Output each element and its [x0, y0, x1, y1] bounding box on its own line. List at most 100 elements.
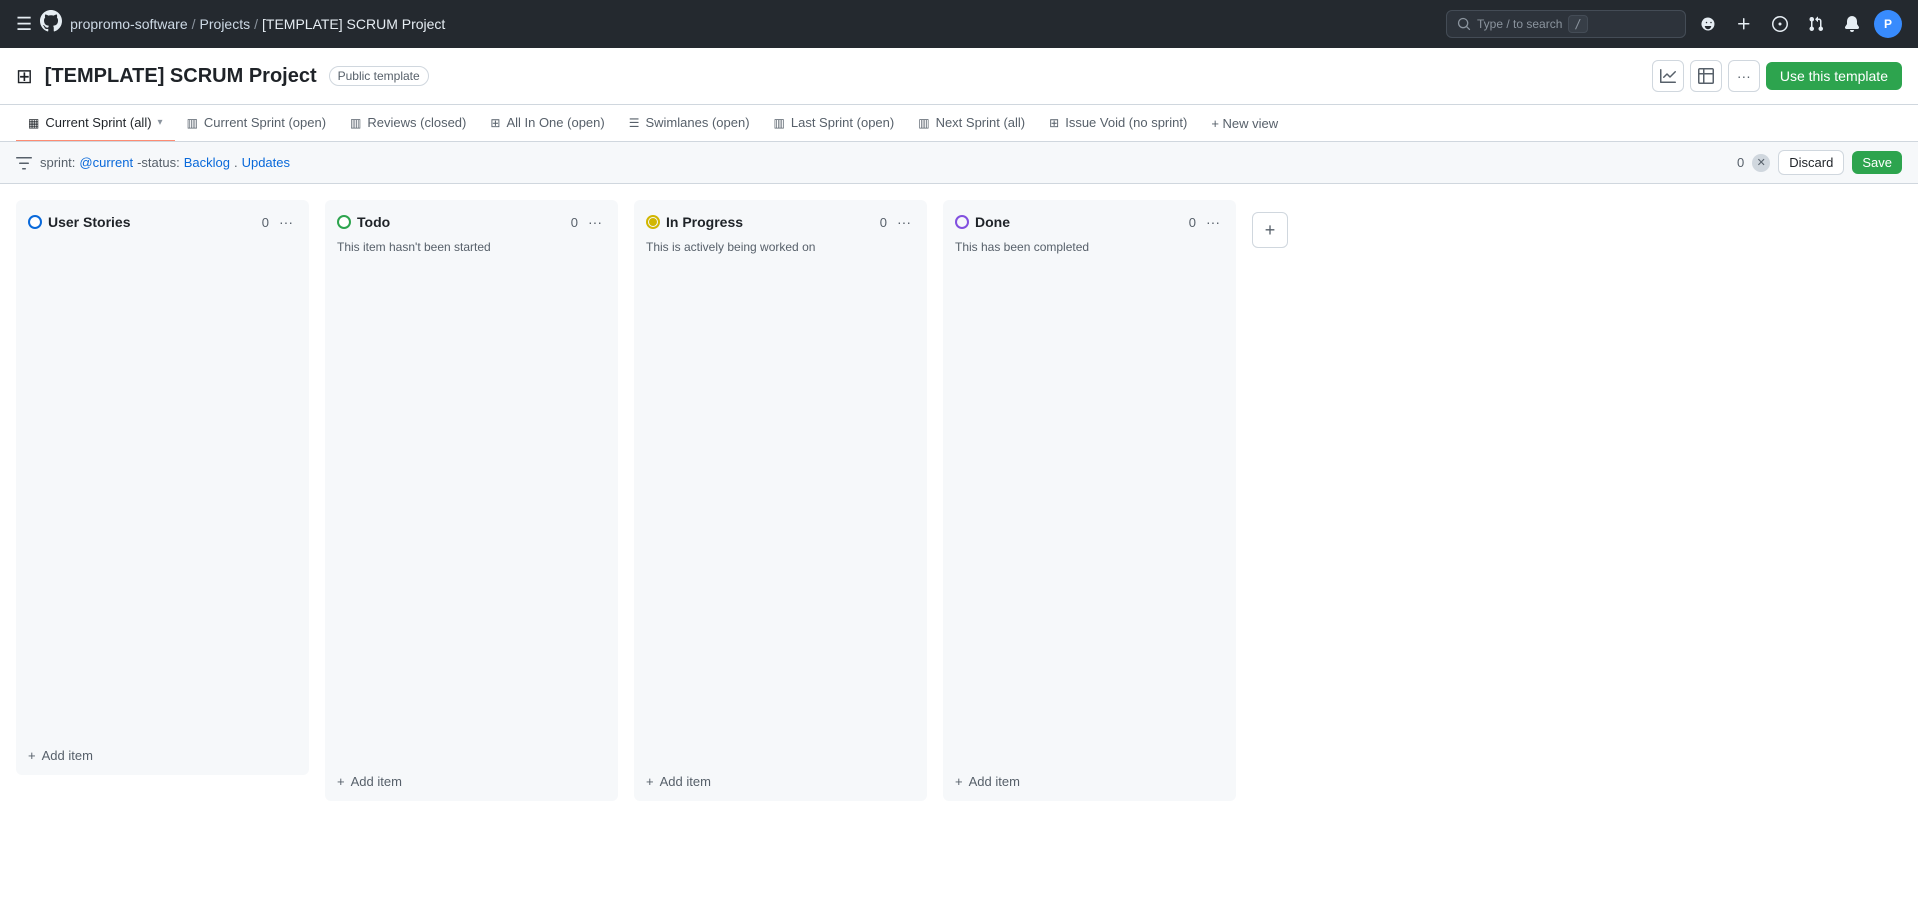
public-badge: Public template — [329, 66, 429, 86]
col-desc-todo: This item hasn't been started — [325, 240, 618, 266]
col-title-in-progress: In Progress — [666, 214, 874, 230]
col-title-todo: Todo — [357, 214, 565, 230]
tab-current-sprint-open[interactable]: ▥ Current Sprint (open) — [175, 105, 338, 142]
col-desc-in-progress: This is actively being worked on — [634, 240, 927, 266]
copilot-icon[interactable] — [1694, 10, 1722, 38]
col-add-icon-user-stories: + — [28, 748, 36, 763]
tab-icon-next-sprint: ▥ — [918, 116, 929, 130]
col-menu-in-progress[interactable]: ··· — [893, 212, 915, 232]
column-in-progress: In Progress 0 ··· This is actively being… — [634, 200, 927, 801]
col-add-item-todo[interactable]: + Add item — [325, 766, 618, 801]
filter-backlog-link[interactable]: Backlog — [184, 155, 230, 170]
col-body-in-progress — [634, 266, 927, 766]
col-add-item-user-stories[interactable]: + Add item — [16, 740, 309, 775]
more-icon-btn[interactable]: ··· — [1728, 60, 1760, 92]
tab-current-sprint-all[interactable]: ▦ Current Sprint (all) ▾ — [16, 105, 175, 142]
avatar[interactable]: P — [1874, 10, 1902, 38]
col-title-done: Done — [975, 214, 1183, 230]
filter-prefix: sprint: — [40, 155, 75, 170]
filter-discard-button[interactable]: Discard — [1778, 150, 1844, 175]
col-count-todo: 0 — [571, 215, 578, 230]
org-link[interactable]: propromo-software — [70, 16, 188, 32]
tab-icon-reviews-closed: ▥ — [350, 116, 361, 130]
ellipsis-icon: ··· — [1737, 68, 1751, 84]
tab-icon-current-sprint-all: ▦ — [28, 116, 39, 130]
filter-middle: -status: — [137, 155, 180, 170]
tab-all-in-one[interactable]: ⊞ All In One (open) — [478, 105, 616, 142]
breadcrumb: propromo-software / Projects / [TEMPLATE… — [70, 16, 445, 32]
project-icon: ⊞ — [16, 64, 33, 89]
tab-chevron-current-sprint-all[interactable]: ▾ — [158, 117, 163, 128]
col-dot-todo — [337, 215, 351, 229]
topnav: ☰ propromo-software / Projects / [TEMPLA… — [0, 0, 1918, 48]
tab-issue-void[interactable]: ⊞ Issue Void (no sprint) — [1037, 105, 1199, 142]
filter-clear-button[interactable]: ✕ — [1752, 154, 1770, 172]
project-header-right: ··· Use this template — [1652, 60, 1902, 92]
filter-current-link[interactable]: @current — [79, 155, 133, 170]
tab-next-sprint[interactable]: ▥ Next Sprint (all) — [906, 105, 1037, 142]
col-add-item-in-progress[interactable]: + Add item — [634, 766, 927, 801]
col-menu-todo[interactable]: ··· — [584, 212, 606, 232]
new-view-button[interactable]: + New view — [1199, 106, 1290, 141]
col-menu-done[interactable]: ··· — [1202, 212, 1224, 232]
col-add-label-done: Add item — [969, 774, 1020, 789]
filter-right: 0 ✕ Discard Save — [1737, 150, 1902, 175]
col-count-in-progress: 0 — [880, 215, 887, 230]
col-dot-user-stories — [28, 215, 42, 229]
table-icon-btn[interactable] — [1690, 60, 1722, 92]
filter-chips: sprint: @current -status: Backlog . Upda… — [40, 155, 1729, 170]
tab-label-reviews-closed: Reviews (closed) — [367, 115, 466, 130]
github-logo[interactable] — [40, 10, 62, 38]
search-kbd: / — [1568, 15, 1587, 33]
search-box[interactable]: Type / to search / — [1446, 10, 1686, 38]
tab-swimlanes[interactable]: ☰ Swimlanes (open) — [617, 105, 762, 142]
filter-updates-link[interactable]: Updates — [242, 155, 290, 170]
tab-reviews-closed[interactable]: ▥ Reviews (closed) — [338, 105, 478, 142]
col-desc-done: This has been completed — [943, 240, 1236, 266]
hamburger-icon[interactable]: ☰ — [16, 14, 32, 35]
filter-bar: sprint: @current -status: Backlog . Upda… — [0, 142, 1918, 184]
tab-icon-all-in-one: ⊞ — [490, 116, 500, 130]
chart-icon-btn[interactable] — [1652, 60, 1684, 92]
tab-label-current-sprint-all: Current Sprint (all) — [45, 115, 151, 130]
col-add-label-in-progress: Add item — [660, 774, 711, 789]
tab-icon-last-sprint: ▥ — [774, 116, 785, 130]
column-header-todo: Todo 0 ··· — [325, 200, 618, 240]
tab-label-next-sprint: Next Sprint (all) — [936, 115, 1026, 130]
plus-icon[interactable] — [1730, 10, 1758, 38]
column-header-done: Done 0 ··· — [943, 200, 1236, 240]
project-breadcrumb-name: [TEMPLATE] SCRUM Project — [262, 16, 445, 32]
column-header-in-progress: In Progress 0 ··· — [634, 200, 927, 240]
notifications-icon[interactable] — [1838, 10, 1866, 38]
col-menu-user-stories[interactable]: ··· — [275, 212, 297, 232]
col-add-item-done[interactable]: + Add item — [943, 766, 1236, 801]
tab-icon-swimlanes: ☰ — [629, 116, 640, 130]
tab-label-last-sprint: Last Sprint (open) — [791, 115, 894, 130]
use-template-button[interactable]: Use this template — [1766, 62, 1902, 90]
main-content: ⊞ [TEMPLATE] SCRUM Project Public templa… — [0, 48, 1918, 907]
add-column-button[interactable]: + — [1252, 212, 1288, 248]
tab-label-issue-void: Issue Void (no sprint) — [1065, 115, 1187, 130]
filter-icon — [16, 155, 32, 171]
col-add-icon-done: + — [955, 774, 963, 789]
tab-label-swimlanes: Swimlanes (open) — [645, 115, 749, 130]
col-body-todo — [325, 266, 618, 766]
filter-save-button[interactable]: Save — [1852, 151, 1902, 174]
projects-link[interactable]: Projects — [200, 16, 251, 32]
column-user-stories: User Stories 0 ··· + Add item — [16, 200, 309, 775]
board: User Stories 0 ··· + Add item Todo 0 ···… — [0, 184, 1918, 907]
breadcrumb-sep-2: / — [254, 16, 258, 32]
tab-label-all-in-one: All In One (open) — [506, 115, 604, 130]
tab-label-current-sprint-open: Current Sprint (open) — [204, 115, 326, 130]
breadcrumb-sep-1: / — [192, 16, 196, 32]
col-dot-in-progress — [646, 215, 660, 229]
search-placeholder: Type / to search — [1477, 17, 1562, 31]
pr-icon[interactable] — [1802, 10, 1830, 38]
issue-icon[interactable] — [1766, 10, 1794, 38]
tab-last-sprint[interactable]: ▥ Last Sprint (open) — [762, 105, 907, 142]
column-header-user-stories: User Stories 0 ··· — [16, 200, 309, 240]
project-header: ⊞ [TEMPLATE] SCRUM Project Public templa… — [0, 48, 1918, 105]
search-icon — [1457, 17, 1471, 31]
filter-count: 0 — [1737, 155, 1744, 170]
col-count-user-stories: 0 — [262, 215, 269, 230]
